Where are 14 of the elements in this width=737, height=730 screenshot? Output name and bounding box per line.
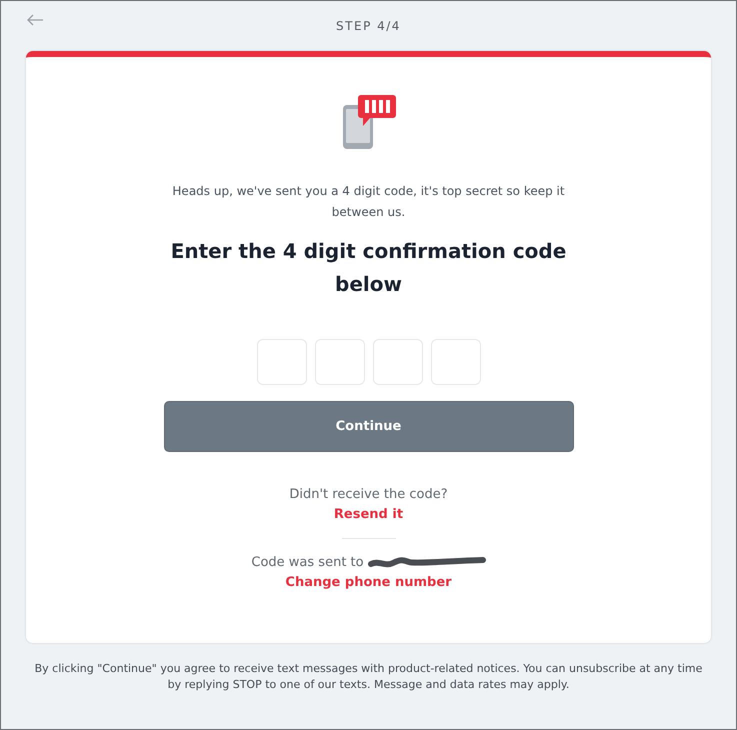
step-indicator: STEP 4/4	[336, 19, 401, 33]
resend-link[interactable]: Resend it	[334, 507, 404, 522]
code-digit-field[interactable]	[430, 339, 480, 385]
resend-prompt: Didn't receive the code?	[289, 487, 448, 502]
change-phone-link[interactable]: Change phone number	[285, 575, 452, 590]
intro-text: Heads up, we've sent you a 4 digit code, it's top secret so keep it between us.	[171, 183, 566, 221]
back-arrow-icon[interactable]	[26, 14, 44, 26]
phone-message-icon	[340, 93, 396, 151]
sent-to-text: Code was sent to	[251, 555, 364, 570]
heading: Enter the 4 digit confirmation code below	[170, 238, 568, 298]
code-digit-field[interactable]	[372, 339, 422, 385]
code-digit-field[interactable]	[314, 339, 364, 385]
code-digit-field[interactable]	[256, 339, 306, 385]
consent-text: By clicking "Continue" you agree to receive text messages with product-related notices. You can unsubscribe at any time by replying STOP to one of our texts. Message and data rates may apply.	[34, 661, 704, 693]
